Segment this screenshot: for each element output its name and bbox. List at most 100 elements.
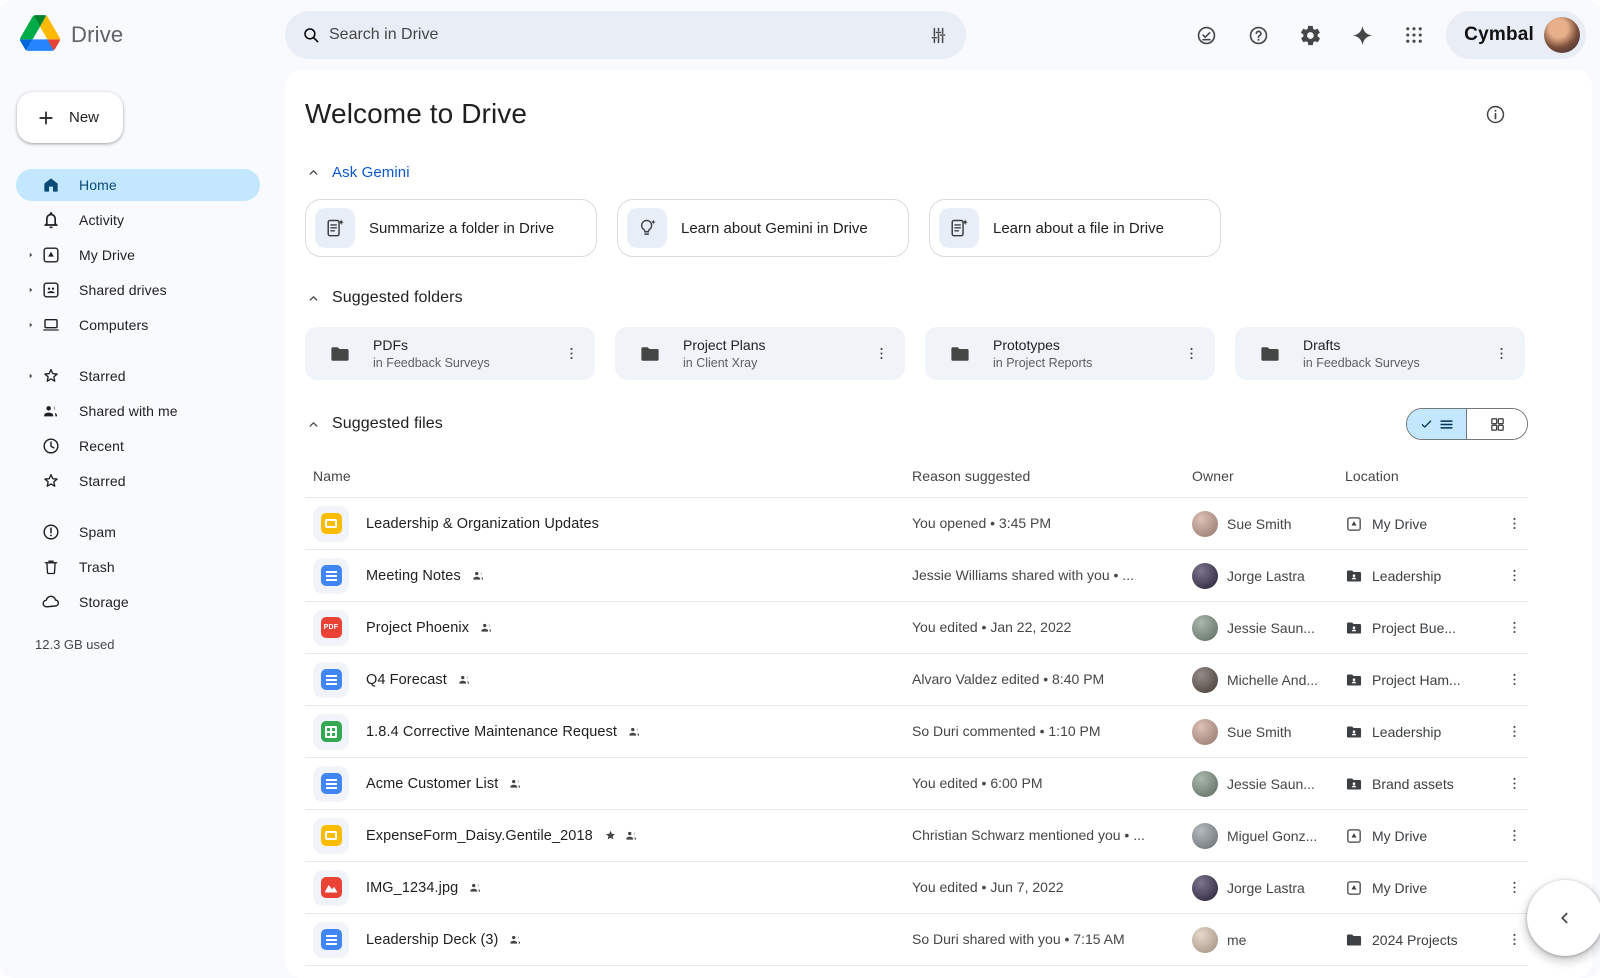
people-icon: [468, 880, 483, 895]
folder-card-pdfs[interactable]: PDFsin Feedback Surveys: [305, 327, 595, 380]
list-view-button[interactable]: [1407, 409, 1467, 439]
people-icon: [624, 828, 639, 843]
file-menu-button[interactable]: [1496, 714, 1532, 750]
sidebar-item-starred[interactable]: Starred: [16, 465, 260, 497]
folder-menu-button[interactable]: [863, 336, 899, 372]
expand-arrow[interactable]: [22, 250, 39, 260]
file-row-expenseform-daisy-gentile-2018[interactable]: ExpenseForm_Daisy.Gentile_2018Christian …: [305, 810, 1528, 862]
kebab-icon: [1506, 567, 1523, 584]
sidebar-item-activity[interactable]: Activity: [16, 204, 260, 236]
arrow-right-icon: [26, 320, 36, 330]
settings-button[interactable]: [1288, 13, 1332, 57]
file-type-docs-icon: [313, 766, 349, 802]
owner-name: me: [1227, 932, 1246, 948]
expand-arrow[interactable]: [22, 320, 39, 330]
sidebar-item-home[interactable]: Home: [16, 169, 260, 201]
file-menu-button[interactable]: [1496, 506, 1532, 542]
grid-view-button[interactable]: [1467, 409, 1527, 439]
new-button[interactable]: New: [17, 92, 123, 143]
home-icon: [41, 175, 61, 195]
suggested-files-table: Name Reason suggested Owner Location Lea…: [305, 454, 1528, 966]
account-avatar[interactable]: [1544, 17, 1580, 53]
file-menu-button[interactable]: [1496, 766, 1532, 802]
gemini-suggestion-learn-about-a-file-in-drive[interactable]: Learn about a file in Drive: [929, 199, 1221, 257]
ask-gemini-toggle[interactable]: Ask Gemini: [305, 164, 1528, 181]
folder-card-prototypes[interactable]: Prototypesin Project Reports: [925, 327, 1215, 380]
owner-avatar: [1192, 563, 1218, 589]
file-row-acme-customer-list[interactable]: Acme Customer ListYou edited • 6:00 PMJe…: [305, 758, 1528, 810]
search-bar[interactable]: [285, 11, 966, 59]
suggested-files-toggle[interactable]: Suggested files: [305, 415, 443, 433]
expand-arrow[interactable]: [22, 285, 39, 295]
file-row-1-8-4-corrective-maintenance-request[interactable]: 1.8.4 Corrective Maintenance RequestSo D…: [305, 706, 1528, 758]
sidebar-item-shared-drives[interactable]: Shared drives: [16, 274, 260, 306]
file-row-leadership-deck-3[interactable]: Leadership Deck (3)So Duri shared with y…: [305, 914, 1528, 966]
sidebar-item-computers[interactable]: Computers: [16, 309, 260, 341]
folder-card-project-plans[interactable]: Project Plansin Client Xray: [615, 327, 905, 380]
folder-icon: [329, 343, 351, 365]
file-type-sheets-icon: [313, 714, 349, 750]
doc-spark-icon: [324, 217, 346, 239]
folder-menu-button[interactable]: [1173, 336, 1209, 372]
file-row-img-1234-jpg[interactable]: IMG_1234.jpgYou edited • Jun 7, 2022Jorg…: [305, 862, 1528, 914]
side-panel-collapse-button[interactable]: [1527, 880, 1600, 956]
gemini-button[interactable]: [1340, 13, 1384, 57]
sidebar-item-storage[interactable]: Storage: [16, 586, 260, 618]
gemini-suggestion-summarize-a-folder-in-drive[interactable]: Summarize a folder in Drive: [305, 199, 597, 257]
folder-location: in Feedback Surveys: [373, 355, 553, 371]
file-menu-button[interactable]: [1496, 558, 1532, 594]
gemini-suggestion-learn-about-gemini-in-drive[interactable]: Learn about Gemini in Drive: [617, 199, 909, 257]
help-button[interactable]: [1236, 13, 1280, 57]
apps-grid-button[interactable]: [1392, 13, 1436, 57]
owner-name: Miguel Gonz...: [1227, 828, 1317, 844]
sidebar-item-recent[interactable]: Recent: [16, 430, 260, 462]
search-icon: [301, 25, 321, 45]
file-menu-button[interactable]: [1496, 610, 1532, 646]
sidebar-item-label: Shared drives: [79, 282, 167, 298]
folder-menu-button[interactable]: [553, 336, 589, 372]
sidebar-item-trash[interactable]: Trash: [16, 551, 260, 583]
owner-avatar: [1192, 667, 1218, 693]
expand-arrow[interactable]: [22, 371, 39, 381]
people-icon: [471, 568, 486, 583]
file-menu-button[interactable]: [1496, 662, 1532, 698]
folder-location: in Project Reports: [993, 355, 1173, 371]
sidebar-item-label: Computers: [79, 317, 148, 333]
file-location: My Drive: [1372, 880, 1427, 896]
sidebar-item-label: Shared with me: [79, 403, 178, 419]
suggested-folders-toggle[interactable]: Suggested folders: [305, 289, 1528, 307]
folder-menu-button[interactable]: [1483, 336, 1519, 372]
people-icon: [457, 672, 472, 687]
sidebar-item-spam[interactable]: Spam: [16, 516, 260, 548]
bell-icon: [41, 210, 61, 230]
offline-status-button[interactable]: [1184, 13, 1228, 57]
file-row-q4-forecast[interactable]: Q4 ForecastAlvaro Valdez edited • 8:40 P…: [305, 654, 1528, 706]
file-menu-button[interactable]: [1496, 922, 1532, 958]
file-name: Meeting Notes: [366, 568, 461, 584]
file-row-meeting-notes[interactable]: Meeting NotesJessie Williams shared with…: [305, 550, 1528, 602]
kebab-icon: [1493, 345, 1510, 362]
file-type-docs-icon: [313, 922, 349, 958]
file-row-project-phoenix[interactable]: PDFProject PhoenixYou edited • Jan 22, 2…: [305, 602, 1528, 654]
offline-check-icon: [1195, 24, 1218, 47]
shared-folder-icon: [1345, 619, 1363, 637]
arrow-right-icon: [26, 285, 36, 295]
sidebar-item-starred[interactable]: Starred: [16, 360, 260, 392]
gear-icon: [1299, 24, 1322, 47]
file-badges: [627, 724, 642, 739]
search-options-button[interactable]: [918, 15, 958, 55]
drive-brand[interactable]: Drive: [20, 15, 285, 56]
clock-icon: [41, 436, 61, 456]
folder-card-drafts[interactable]: Draftsin Feedback Surveys: [1235, 327, 1525, 380]
gemini-suggestion-label: Learn about Gemini in Drive: [681, 220, 868, 237]
cloud-icon: [41, 592, 61, 612]
info-button[interactable]: [1484, 92, 1528, 136]
file-menu-button[interactable]: [1496, 870, 1532, 906]
sidebar-item-my-drive[interactable]: My Drive: [16, 239, 260, 271]
file-menu-button[interactable]: [1496, 818, 1532, 854]
kebab-icon: [1506, 827, 1523, 844]
sidebar-item-shared-with-me[interactable]: Shared with me: [16, 395, 260, 427]
file-name: Project Phoenix: [366, 620, 469, 636]
search-input[interactable]: [321, 26, 918, 44]
file-row-leadership-organization-updates[interactable]: Leadership & Organization UpdatesYou ope…: [305, 498, 1528, 550]
